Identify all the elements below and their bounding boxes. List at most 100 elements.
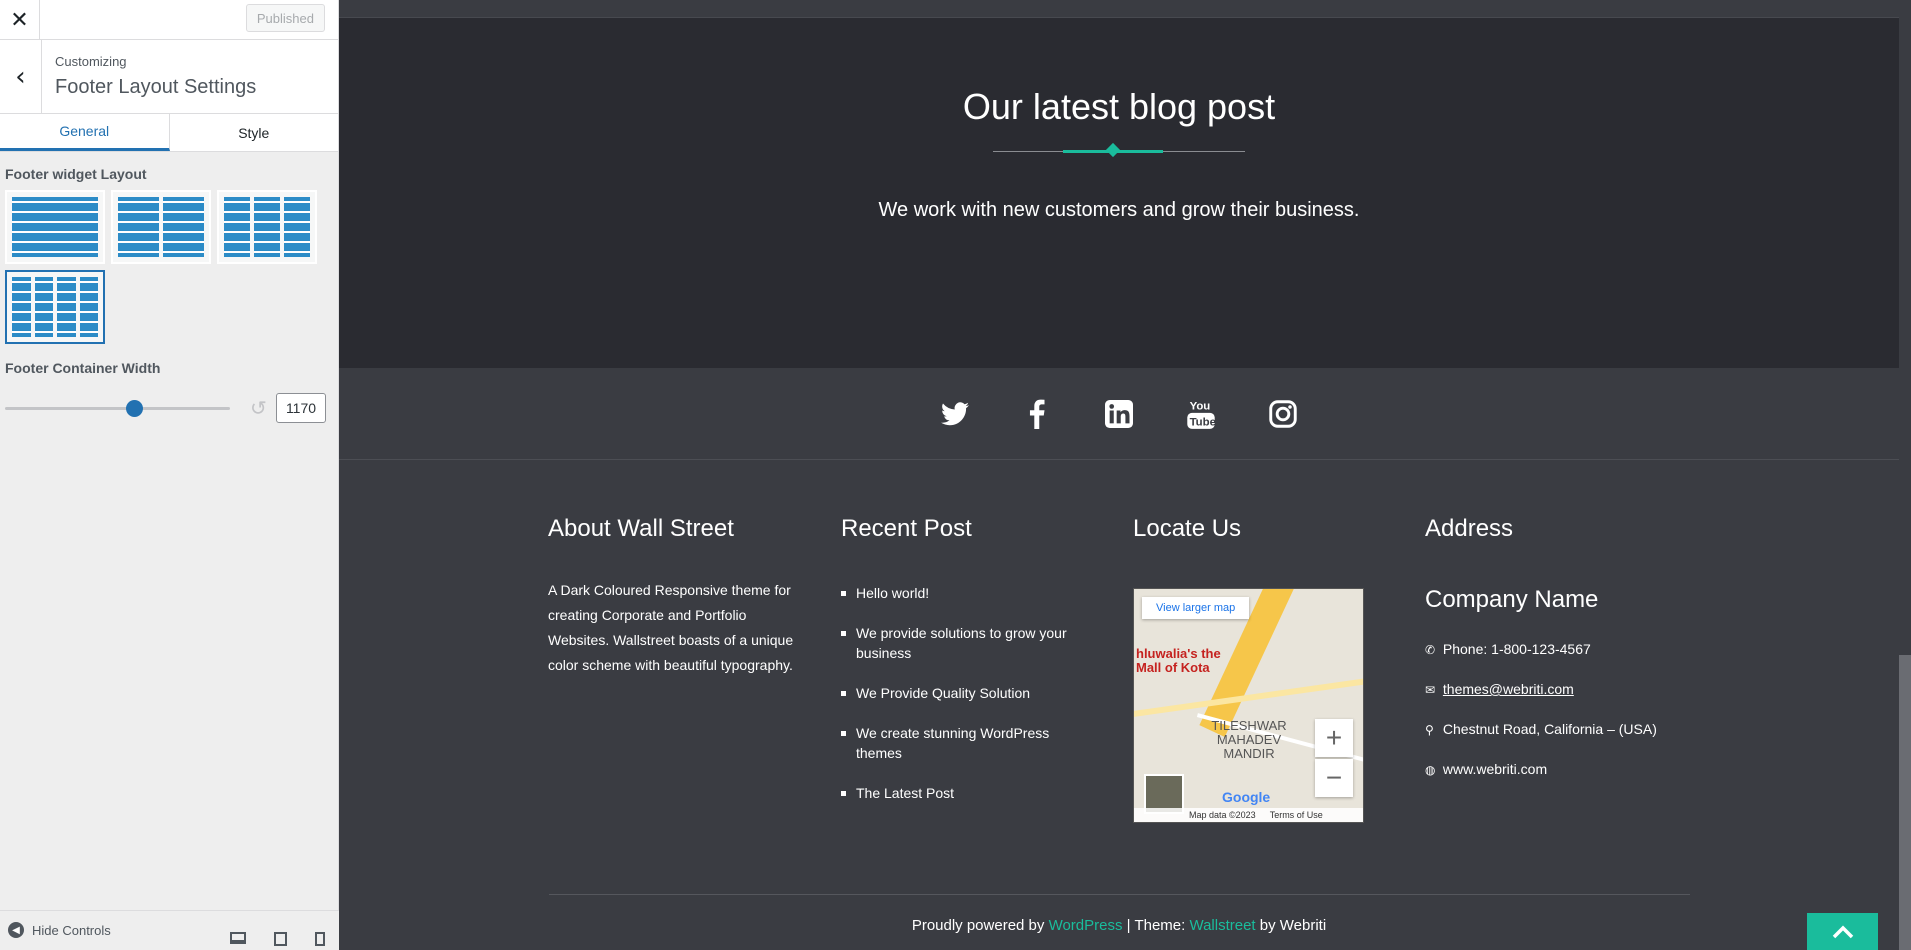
wordpress-link[interactable]: WordPress — [1049, 917, 1123, 934]
blog-section: Our latest blog post We work with new cu… — [339, 0, 1911, 368]
zoom-in-button[interactable]: + — [1315, 719, 1353, 757]
layout-column — [34, 277, 53, 337]
section-header: ‹ Customizing Footer Layout Settings — [0, 40, 338, 114]
globe-icon: ◍ — [1425, 763, 1436, 777]
breadcrumb: Customizing — [55, 54, 127, 69]
phone-icon: ✆ — [1425, 643, 1436, 657]
blog-subtitle: We work with new customers and grow thei… — [878, 199, 1360, 221]
collapse-icon: ◀ — [8, 922, 24, 938]
google-logo: Google — [1222, 789, 1271, 805]
hide-controls-label: Hide Controls — [32, 922, 111, 938]
about-widget: About Wall Street A Dark Coloured Respon… — [548, 515, 808, 678]
post-link[interactable]: The Latest Post — [841, 783, 1081, 803]
width-slider-handle[interactable] — [126, 400, 143, 417]
layout-column — [57, 277, 76, 337]
view-larger-map-link[interactable]: View larger map — [1142, 597, 1250, 619]
copyright-suffix: by Webriti — [1255, 917, 1327, 934]
published-button[interactable]: Published — [245, 4, 325, 32]
contact-email: ✉ themes@webriti.com — [1425, 679, 1657, 699]
contact-phone: ✆ Phone: 1-800-123-4567 — [1425, 639, 1657, 659]
scrollbar[interactable] — [1899, 0, 1911, 950]
address-heading: Address — [1425, 515, 1514, 542]
layout-column — [12, 197, 98, 257]
container-width-label: Footer Container Width — [5, 360, 161, 376]
contact-list: ✆ Phone: 1-800-123-4567 ✉ themes@webriti… — [1425, 639, 1657, 779]
scrollbar-thumb[interactable] — [1899, 655, 1911, 950]
tablet-icon[interactable] — [274, 932, 287, 946]
layout-option-3-columns[interactable] — [217, 190, 317, 264]
post-link[interactable]: We provide solutions to grow your busine… — [841, 623, 1081, 663]
tab-general[interactable]: General — [0, 114, 170, 151]
reset-icon[interactable]: ↺ — [250, 396, 267, 420]
layout-column — [12, 277, 31, 337]
layout-column — [284, 197, 310, 257]
back-icon[interactable]: ‹ — [0, 40, 42, 114]
layout-column — [254, 197, 280, 257]
zoom-out-button[interactable]: − — [1315, 759, 1353, 797]
website-text: www.webriti.com — [1442, 761, 1548, 777]
layout-column — [163, 197, 204, 257]
social-bar: You Tube — [339, 368, 1911, 460]
locate-widget: Locate Us View larger map hluwalia's the… — [1133, 515, 1364, 823]
email-link[interactable]: themes@webriti.com — [1443, 681, 1574, 697]
map-area-label: TILESHWAR MAHADEV MANDIR — [1211, 718, 1287, 761]
container-width-control: ↺ 1170 — [0, 388, 338, 428]
layout-option-4-columns[interactable] — [5, 270, 105, 344]
recent-post-list: Hello world! We provide solutions to gro… — [841, 583, 1081, 803]
site-footer: About Wall Street A Dark Coloured Respon… — [339, 460, 1911, 950]
post-link[interactable]: Hello world! — [841, 583, 1081, 603]
post-link[interactable]: We create stunning WordPress themes — [841, 723, 1081, 763]
section-top-bar — [339, 0, 1911, 18]
facebook-icon[interactable] — [1019, 396, 1055, 432]
layout-column — [118, 197, 159, 257]
terms-link[interactable]: Terms of Use — [1270, 810, 1323, 820]
customizer-header: ✕ Published — [0, 0, 338, 40]
mobile-icon[interactable] — [315, 932, 325, 946]
blog-title: Our latest blog post — [962, 86, 1276, 127]
youtube-icon[interactable]: You Tube — [1183, 396, 1219, 432]
layout-option-2-columns[interactable] — [111, 190, 211, 264]
theme-link[interactable]: Wallstreet — [1189, 917, 1255, 934]
company-name: Company Name — [1425, 586, 1599, 613]
layout-column — [79, 277, 98, 337]
close-icon[interactable]: ✕ — [0, 0, 40, 40]
about-heading: About Wall Street — [548, 515, 734, 542]
device-preview-switcher — [230, 932, 325, 946]
title-separator — [993, 142, 1245, 158]
copyright-prefix: Proudly powered by — [911, 917, 1049, 934]
scroll-to-top-button[interactable] — [1807, 913, 1878, 950]
location-text: Chestnut Road, California – (USA) — [1442, 721, 1657, 737]
width-slider[interactable] — [5, 407, 230, 410]
chevron-up-icon — [1832, 925, 1853, 938]
map-marker-icon: ⚲ — [1425, 723, 1434, 737]
phone-text: Phone: 1-800-123-4567 — [1442, 641, 1591, 657]
embedded-map[interactable]: View larger map hluwalia's the Mall of K… — [1133, 588, 1364, 823]
address-widget: Address Company Name ✆ Phone: 1-800-123-… — [1425, 515, 1657, 799]
instagram-icon[interactable] — [1265, 396, 1301, 432]
map-place-label: hluwalia's the Mall of Kota — [1136, 646, 1221, 675]
site-preview: Our latest blog post We work with new cu… — [339, 0, 1911, 950]
post-link[interactable]: We Provide Quality Solution — [841, 683, 1081, 703]
contact-website: ◍ www.webriti.com — [1425, 759, 1657, 779]
envelope-icon: ✉ — [1425, 683, 1436, 697]
about-text: A Dark Coloured Responsive theme for cre… — [548, 582, 794, 673]
separator-diamond — [1105, 142, 1121, 158]
panel-title: Footer Layout Settings — [55, 76, 257, 98]
tab-style[interactable]: Style — [170, 114, 339, 151]
width-input[interactable]: 1170 — [276, 393, 326, 423]
layout-option-1-column[interactable] — [5, 190, 105, 264]
desktop-icon[interactable] — [230, 932, 246, 944]
copyright: Proudly powered by WordPress | Theme: Wa… — [339, 917, 1899, 934]
customizer-footer: ◀ Hide Controls — [0, 910, 339, 950]
map-attribution: Map data ©2023 Terms of Use — [1134, 808, 1363, 822]
footer-divider — [549, 894, 1690, 895]
widget-layout-label: Footer widget Layout — [5, 166, 147, 182]
map-data-label: Map data ©2023 — [1189, 810, 1256, 820]
recent-post-widget: Recent Post Hello world! We provide solu… — [841, 515, 1081, 823]
recent-post-heading: Recent Post — [841, 515, 972, 542]
twitter-icon[interactable] — [937, 396, 973, 432]
svg-text:You: You — [1190, 400, 1211, 412]
linkedin-icon[interactable] — [1101, 396, 1137, 432]
hide-controls-button[interactable]: ◀ Hide Controls — [8, 922, 111, 938]
tab-bar: General Style — [0, 114, 338, 152]
